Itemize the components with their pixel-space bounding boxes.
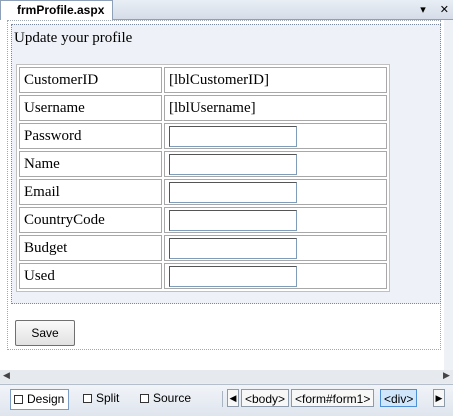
name-textbox[interactable] (169, 153, 297, 175)
row-label: Name (19, 151, 162, 177)
design-view-button[interactable]: Design (10, 389, 70, 410)
document-tab[interactable]: frmProfile.aspx (0, 0, 114, 20)
password-textbox[interactable] (169, 125, 297, 147)
tag-form[interactable]: <form#form1> (291, 389, 375, 407)
table-row: Password (19, 123, 387, 149)
tab-controls: ▾ ✕ (420, 1, 449, 18)
design-view-icon (14, 395, 23, 404)
source-view-label: Source (153, 391, 192, 405)
document-tab-title: frmProfile.aspx (17, 3, 105, 17)
design-view-label: Design (27, 392, 65, 406)
divider (222, 391, 223, 407)
tag-nav-right-icon[interactable]: ▶ (433, 389, 445, 407)
split-view-label: Split (96, 391, 120, 405)
row-label: Budget (19, 235, 162, 261)
budget-textbox[interactable] (169, 237, 297, 259)
close-icon[interactable]: ✕ (440, 1, 449, 18)
table-row: Email (19, 179, 387, 205)
row-label: CustomerID (19, 67, 162, 93)
scroll-left-icon[interactable]: ◀ (0, 370, 13, 383)
used-textbox[interactable] (169, 265, 297, 287)
table-row: Username [lblUsername] (19, 95, 387, 121)
tab-menu-icon[interactable]: ▾ (420, 1, 426, 18)
row-label: Password (19, 123, 162, 149)
row-label: Email (19, 179, 162, 205)
split-view-button[interactable]: Split (80, 389, 123, 408)
email-textbox[interactable] (169, 181, 297, 203)
vertical-scrollbar[interactable] (444, 20, 453, 370)
row-label: Used (19, 263, 162, 289)
row-label: Username (19, 95, 162, 121)
split-view-icon (83, 394, 92, 403)
source-view-icon (140, 394, 149, 403)
username-label[interactable]: [lblUsername] (164, 95, 387, 121)
save-button[interactable]: Save (15, 320, 75, 346)
document-tab-strip: frmProfile.aspx ▾ ✕ (0, 0, 453, 20)
page-heading: Update your profile (14, 30, 133, 46)
customer-id-label[interactable]: [lblCustomerID] (164, 67, 387, 93)
row-label: CountryCode (19, 207, 162, 233)
tag-nav-left-icon[interactable]: ◀ (227, 389, 239, 407)
horizontal-scrollbar[interactable]: ◀ ▶ (0, 370, 453, 383)
table-row: CountryCode (19, 207, 387, 233)
table-row: Budget (19, 235, 387, 261)
tag-body[interactable]: <body> (241, 389, 290, 407)
source-view-button[interactable]: Source (137, 389, 195, 408)
country-code-textbox[interactable] (169, 209, 297, 231)
scroll-right-icon[interactable]: ▶ (440, 370, 453, 383)
table-row: Used (19, 263, 387, 289)
profile-table: CustomerID [lblCustomerID] Username [lbl… (16, 64, 390, 292)
view-bar: Design Split Source ◀ <body> <form#form1… (0, 384, 453, 416)
table-row: Name (19, 151, 387, 177)
tag-div[interactable]: <div> (380, 389, 418, 407)
table-row: CustomerID [lblCustomerID] (19, 67, 387, 93)
